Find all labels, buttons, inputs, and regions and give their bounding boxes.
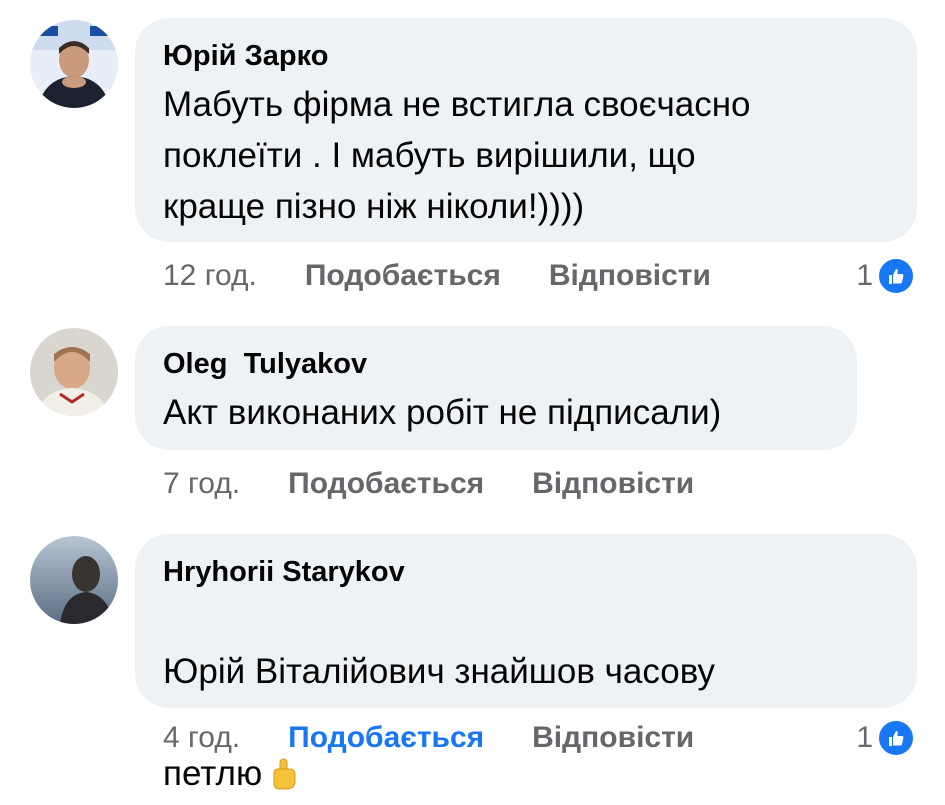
thumbs-up-icon — [877, 719, 915, 757]
comment-actions: 7 год. Подобається Відповісти — [163, 464, 694, 504]
comment-bubble: Oleg Tulyakov Акт виконаних робіт не під… — [135, 326, 857, 450]
comment-author[interactable]: Hryhorii Starykov — [163, 554, 887, 590]
avatar-oleg-tulyakov[interactable] — [30, 328, 118, 416]
comment-text-line: Юрій Віталійович знайшов часову — [163, 652, 716, 691]
pointing-up-hand-icon — [268, 754, 298, 805]
reaction-count: 1 — [856, 721, 873, 754]
thumbs-up-icon — [877, 257, 915, 295]
avatar-yurii-zarko[interactable] — [30, 20, 118, 108]
like-button[interactable]: Подобається — [305, 259, 501, 293]
reaction-summary[interactable]: 1 — [856, 718, 915, 758]
comment-bubble: Hryhorii Starykov Юрій Віталійович знайш… — [135, 534, 917, 793]
avatar-hryhorii-starykov[interactable] — [30, 536, 118, 624]
comment-text: Юрій Віталійович знайшов часову петлю — [163, 595, 887, 805]
comment-author[interactable]: Oleg Tulyakov — [163, 346, 827, 382]
reply-button[interactable]: Відповісти — [549, 259, 711, 293]
comment-actions: 12 год. Подобається Відповісти — [163, 256, 711, 296]
comment-text-line: петлю — [163, 754, 263, 793]
comment-bubble: Юрій Зарко Мабуть фірма не встигла своєч… — [135, 18, 917, 242]
like-button[interactable]: Подобається — [288, 467, 484, 501]
comment-timestamp[interactable]: 4 год. — [163, 721, 240, 755]
reply-button[interactable]: Відповісти — [532, 721, 694, 755]
reply-button[interactable]: Відповісти — [532, 467, 694, 501]
comment-timestamp[interactable]: 7 год. — [163, 467, 240, 501]
reaction-count: 1 — [856, 259, 873, 292]
comment-author[interactable]: Юрій Зарко — [163, 38, 887, 74]
comment-text: Мабуть фірма не встигла своєчасно поклеї… — [163, 85, 751, 226]
reaction-summary[interactable]: 1 — [856, 256, 915, 296]
comment-actions: 4 год. Подобається Відповісти — [163, 718, 694, 758]
comment-text: Акт виконаних робіт не підписали) — [163, 393, 722, 432]
like-button[interactable]: Подобається — [288, 721, 484, 755]
comment-timestamp[interactable]: 12 год. — [163, 259, 257, 293]
